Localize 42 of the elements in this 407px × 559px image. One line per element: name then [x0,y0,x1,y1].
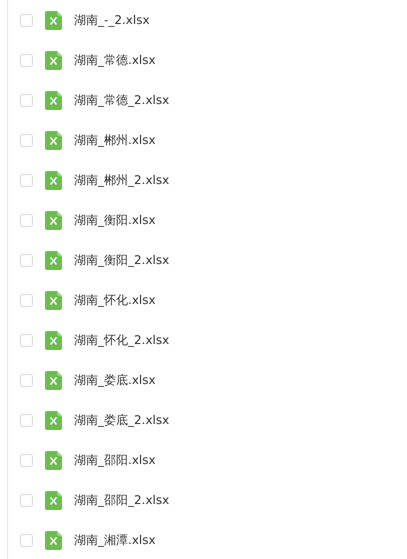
spreadsheet-icon [45,530,62,550]
spreadsheet-icon [45,410,62,430]
checkbox[interactable] [20,174,33,186]
checkbox[interactable] [20,214,33,226]
file-name[interactable]: 湖南_常德.xlsx [74,52,156,68]
spreadsheet-icon [45,250,62,270]
file-name[interactable]: 湖南_郴州_2.xlsx [74,172,170,188]
file-name[interactable]: 湖南_郴州.xlsx [74,132,156,148]
checkbox[interactable] [20,334,33,346]
file-name[interactable]: 湖南_邵阳_2.xlsx [74,492,170,508]
spreadsheet-icon [45,90,62,110]
checkbox[interactable] [20,134,33,146]
spreadsheet-icon [45,450,62,470]
file-name[interactable]: 湖南_湘潭.xlsx [74,532,156,548]
file-name[interactable]: 湖南_娄底.xlsx [74,372,156,388]
spreadsheet-icon [45,370,62,390]
checkbox[interactable] [20,254,33,266]
checkbox[interactable] [20,534,33,546]
file-name[interactable]: 湖南_怀化_2.xlsx [74,332,170,348]
file-name[interactable]: 湖南_衡阳_2.xlsx [74,252,170,268]
file-name[interactable]: 湖南_娄底_2.xlsx [74,412,170,428]
checkbox[interactable] [20,294,33,306]
spreadsheet-icon [45,330,62,350]
checkbox[interactable] [20,54,33,66]
spreadsheet-icon [45,170,62,190]
spreadsheet-icon [45,50,62,70]
file-name[interactable]: 湖南_怀化.xlsx [74,292,156,308]
checkbox[interactable] [20,414,33,426]
checkbox[interactable] [20,454,33,466]
spreadsheet-icon [45,490,62,510]
spreadsheet-icon [45,290,62,310]
checkbox[interactable] [20,374,33,386]
checkbox[interactable] [20,494,33,506]
checkbox[interactable] [20,14,33,26]
file-name[interactable]: 湖南_衡阳.xlsx [74,212,156,228]
file-name[interactable]: 湖南_常德_2.xlsx [74,92,170,108]
checkbox[interactable] [20,94,33,106]
spreadsheet-icon [45,10,62,30]
file-name[interactable]: 湖南_邵阳.xlsx [74,452,156,468]
spreadsheet-icon [45,130,62,150]
spreadsheet-icon [45,210,62,230]
file-name[interactable]: 湖南_-_2.xlsx [74,12,150,28]
